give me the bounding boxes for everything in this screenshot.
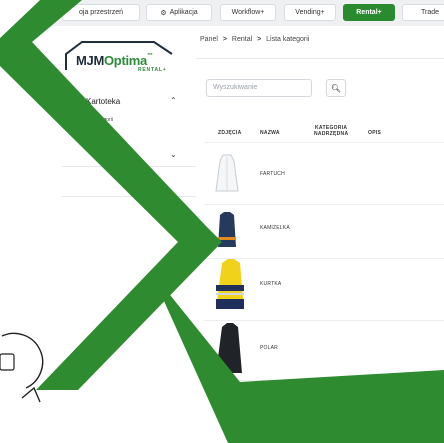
chevron-up-icon[interactable]: ⌃: [170, 96, 177, 105]
refresh-icon: [0, 332, 44, 403]
table-row[interactable]: KAMIZELKA: [196, 205, 444, 257]
top-nav-bar: oja przestrzeń ⚙ Aplikacja Workflow+ Vend…: [0, 0, 444, 26]
col-header-name: NAZWA: [260, 130, 280, 136]
breadcrumb-panel[interactable]: Panel: [200, 36, 218, 43]
row-name: KAMIZELKA: [260, 225, 290, 231]
row-name: KURTKA: [260, 281, 282, 287]
breadcrumb-current: Lista kategorii: [266, 36, 310, 43]
col-header-photo: ZDJĘCIA: [218, 130, 242, 136]
search-button[interactable]: 🔍︎: [326, 79, 346, 97]
row-name: FARTUCH: [260, 171, 285, 177]
apron-image: [215, 154, 239, 192]
sidebar-item-category-list[interactable]: sta kategorii: [86, 117, 113, 123]
vest-image: [218, 212, 236, 247]
search-input[interactable]: Wyszukiwanie: [206, 79, 312, 97]
nav-application[interactable]: ⚙ Aplikacja: [146, 4, 212, 21]
col-header-description: OPIS: [368, 130, 382, 136]
sidebar-section-kartoteka[interactable]: Kartoteka: [86, 97, 120, 106]
table-row[interactable]: KURTKA: [196, 259, 444, 319]
header-divider: [196, 58, 444, 59]
breadcrumb-rental[interactable]: Rental: [232, 36, 252, 43]
sidebar-item-items[interactable]: przedmiotów: [86, 134, 114, 140]
nav-rental[interactable]: Rental+: [343, 4, 395, 21]
gear-icon: ⚙: [160, 9, 167, 17]
nav-trade[interactable]: Trade: [402, 4, 444, 21]
sidebar-section-lokalizacji[interactable]: izacji: [128, 176, 148, 185]
chevron-down-icon[interactable]: ⌄: [170, 222, 177, 231]
nav-vending[interactable]: Vending+: [284, 4, 336, 21]
table-row[interactable]: POLAR: [196, 321, 444, 379]
nav-my-space[interactable]: oja przestrzeń: [62, 4, 140, 21]
fleece-image: [216, 323, 242, 373]
breadcrumb: Panel > Rental > Lista kategorii: [200, 36, 310, 43]
chevron-down-icon[interactable]: ⌄: [170, 150, 177, 159]
search-icon: 🔍︎: [330, 83, 342, 93]
logo: MJMOptima™ RENTAL+: [62, 40, 180, 74]
col-header-parent: KATEGORIA NADRZĘDNA: [314, 125, 349, 137]
jacket-image: [216, 259, 244, 309]
nav-workflow[interactable]: Workflow+: [220, 4, 276, 21]
sidebar-divider: [62, 196, 196, 197]
sidebar-divider: [62, 166, 196, 167]
row-name: POLAR: [260, 345, 278, 351]
